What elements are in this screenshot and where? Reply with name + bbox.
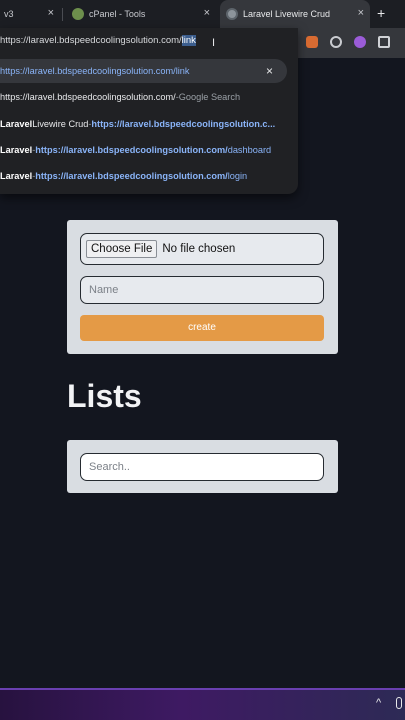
create-button[interactable]: create <box>80 315 324 341</box>
chevron-up-icon[interactable]: ^ <box>376 697 381 709</box>
address-bar-input[interactable]: https://laravel.bdspeedcoolingsolution.c… <box>0 35 196 46</box>
tab-v3[interactable]: v3 × <box>0 0 60 28</box>
text-cursor-icon: I <box>212 37 216 49</box>
suggestion-url-path: login <box>227 171 248 181</box>
search-input[interactable]: Search.. <box>80 453 324 481</box>
suggestion-title: Laravel <box>0 119 33 129</box>
tab-title: cPanel - Tools <box>89 9 146 19</box>
remove-suggestion-icon[interactable]: × <box>266 64 273 78</box>
globe-favicon-icon <box>226 8 238 20</box>
address-selected-text: link <box>181 35 196 46</box>
omnibox-dropdown: https://laravel.bdspeedcoolingsolution.c… <box>0 28 298 194</box>
choose-file-button[interactable]: Choose File <box>86 240 158 258</box>
suggestion-row[interactable]: Laravel - https://laravel.bdspeedcooling… <box>0 138 271 162</box>
suggestion-row[interactable]: https://laravel.bdspeedcoolingsolution.c… <box>0 59 287 83</box>
tab-close-icon[interactable]: × <box>204 7 210 19</box>
suggestion-row[interactable]: Laravel - https://laravel.bdspeedcooling… <box>0 164 247 188</box>
cpanel-favicon-icon <box>72 8 84 20</box>
color-extension-icon[interactable] <box>354 36 366 48</box>
record-extension-icon[interactable] <box>330 36 342 48</box>
extensions-puzzle-icon[interactable] <box>378 36 390 48</box>
file-input[interactable]: Choose File No file chosen <box>80 233 324 265</box>
suggestion-title: Laravel <box>0 145 33 155</box>
suggestion-url: https://laravel.bdspeedcoolingsolution.c… <box>0 92 176 102</box>
tab-title: Laravel Livewire Crud <box>243 9 331 19</box>
suggestion-url: https://laravel.bdspeedcoolingsolution.c… <box>35 145 228 155</box>
metamask-extension-icon[interactable] <box>306 36 318 48</box>
os-taskbar <box>0 688 405 720</box>
suggestion-title-rest: Livewire Crud <box>32 119 89 129</box>
tab-title: v3 <box>4 9 14 19</box>
suggestion-row[interactable]: https://laravel.bdspeedcoolingsolution.c… <box>0 85 240 109</box>
tab-separator <box>62 8 63 21</box>
suggestion-title: Laravel <box>0 171 33 181</box>
suggestion-row[interactable]: Laravel Livewire Crud - https://laravel.… <box>0 112 275 136</box>
lists-heading: Lists <box>67 378 142 414</box>
suggestion-url: https://laravel.bdspeedcoolingsolution.c… <box>0 66 190 76</box>
no-file-label: No file chosen <box>162 243 236 255</box>
suggestion-url: https://laravel.bdspeedcoolingsolution.c… <box>91 119 276 129</box>
tab-close-icon[interactable]: × <box>48 7 54 19</box>
create-form-card: Choose File No file chosen Name create <box>67 220 338 354</box>
browser-tab-strip: v3 × cPanel - Tools × Laravel Livewire C… <box>0 0 405 28</box>
search-card: Search.. <box>67 440 338 493</box>
microphone-icon[interactable] <box>396 697 402 709</box>
suggestion-hint: Google Search <box>178 92 241 102</box>
tab-close-icon[interactable]: × <box>358 7 364 19</box>
taskbar-highlight <box>0 688 405 690</box>
tab-cpanel-tools[interactable]: cPanel - Tools × <box>64 0 216 28</box>
suggestion-url-path: dashboard <box>227 145 272 155</box>
tab-laravel-livewire-crud[interactable]: Laravel Livewire Crud × <box>220 0 370 28</box>
address-text: https://laravel.bdspeedcoolingsolution.c… <box>0 35 182 46</box>
suggestion-url: https://laravel.bdspeedcoolingsolution.c… <box>35 171 228 181</box>
new-tab-button[interactable]: + <box>377 5 385 21</box>
name-input[interactable]: Name <box>80 276 324 304</box>
